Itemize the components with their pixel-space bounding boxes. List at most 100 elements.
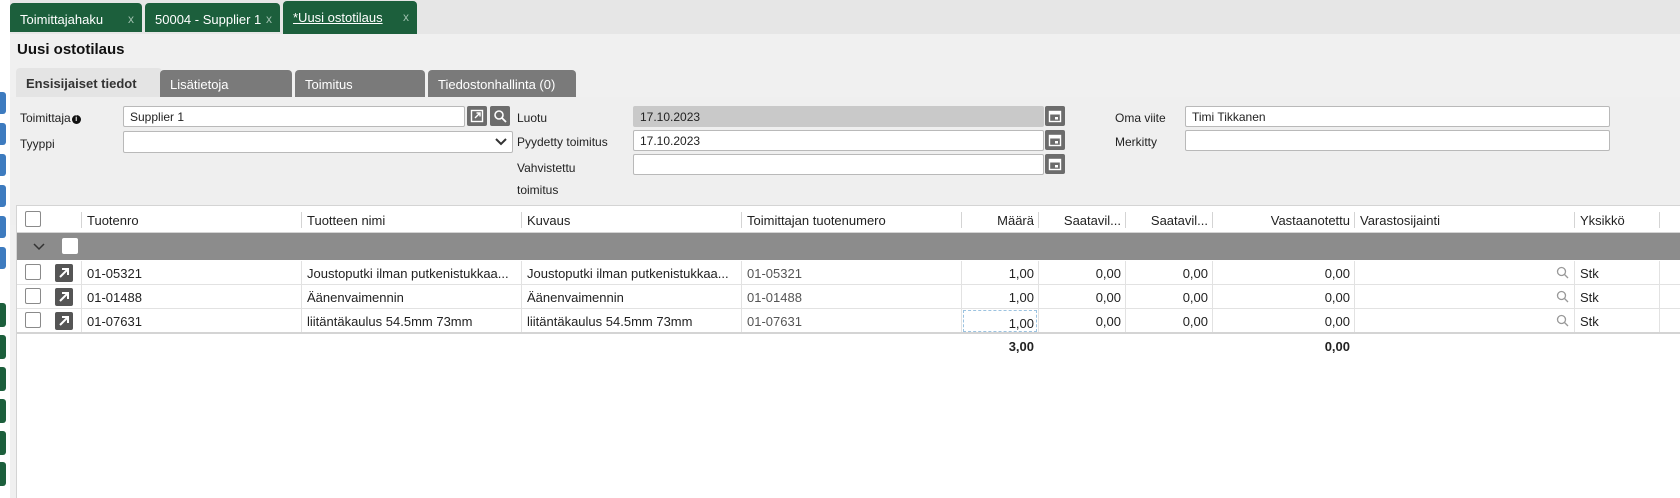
- open-external-icon[interactable]: [467, 106, 487, 126]
- supplier-label-text: Toimittaja: [20, 111, 71, 125]
- column-header-unit[interactable]: Yksikkö: [1580, 206, 1660, 233]
- cell-available-2: 0,00: [1182, 314, 1208, 329]
- confirmed-delivery-label-line2: toimitus: [517, 183, 559, 197]
- tab-additional-info[interactable]: Lisätietoja: [160, 70, 292, 97]
- close-icon[interactable]: x: [266, 12, 272, 26]
- column-header-available-2[interactable]: Saatavil...: [1131, 206, 1208, 233]
- tab-supplier-1[interactable]: 50004 - Supplier 1 x: [145, 3, 280, 32]
- column-header-product-number[interactable]: Tuotenro: [87, 206, 287, 233]
- supplier-label: Toimittaja i: [20, 111, 81, 125]
- rail-button[interactable]: [0, 462, 6, 486]
- cell-product-name[interactable]: liitäntäkaulus 54.5mm 73mm: [307, 309, 519, 332]
- rail-button[interactable]: [0, 335, 6, 359]
- cell-supplier-product-number[interactable]: 01-07631: [747, 309, 959, 332]
- rail-button[interactable]: [0, 154, 6, 176]
- cell-available-1: 0,00: [1095, 266, 1121, 281]
- tab-primary-info[interactable]: Ensisijaiset tiedot: [16, 68, 162, 97]
- cell-product-number[interactable]: 01-01488: [87, 285, 297, 308]
- tab-file-management[interactable]: Tiedostonhallinta (0): [428, 70, 576, 97]
- search-icon[interactable]: [490, 106, 510, 126]
- column-header-storage-location[interactable]: Varastosijainti: [1360, 206, 1560, 233]
- cell-received[interactable]: 0,00: [1212, 285, 1354, 308]
- column-header-quantity[interactable]: Määrä: [967, 206, 1034, 233]
- cell-received[interactable]: 0,00: [1212, 261, 1354, 284]
- close-icon[interactable]: x: [403, 10, 409, 24]
- cell-storage-location[interactable]: [1360, 285, 1550, 308]
- rail-button[interactable]: [0, 399, 6, 423]
- created-field: 17.10.2023: [633, 106, 1044, 127]
- column-header-description[interactable]: Kuvaus: [527, 206, 737, 233]
- open-external-icon[interactable]: [55, 288, 73, 306]
- type-select[interactable]: [123, 131, 513, 153]
- rail-button[interactable]: [0, 92, 6, 114]
- group-checkbox[interactable]: [62, 238, 78, 254]
- rail-button[interactable]: [0, 367, 6, 391]
- chevron-down-icon: [495, 138, 507, 146]
- rail-button[interactable]: [0, 303, 6, 327]
- column-header-available-1[interactable]: Saatavil...: [1044, 206, 1121, 233]
- cell-received[interactable]: 0,00: [1212, 309, 1354, 332]
- rail-button[interactable]: [0, 185, 6, 207]
- row-checkbox[interactable]: [25, 264, 41, 280]
- rail-button[interactable]: [0, 216, 6, 238]
- cell-unit[interactable]: Stk: [1580, 261, 1658, 284]
- column-header-supplier-product-number[interactable]: Toimittajan tuotenumero: [747, 206, 957, 233]
- column-header-received[interactable]: Vastaanotettu: [1218, 206, 1350, 233]
- close-icon[interactable]: x: [128, 12, 134, 26]
- cell-supplier-product-number[interactable]: 01-01488: [747, 285, 959, 308]
- cell-quantity[interactable]: 1,00: [961, 261, 1038, 284]
- marked-field[interactable]: [1185, 130, 1610, 151]
- own-reference-field[interactable]: Timi Tikkanen: [1185, 106, 1610, 127]
- cell-supplier-product-number[interactable]: 01-05321: [747, 261, 959, 284]
- open-external-icon[interactable]: [55, 312, 73, 330]
- cell-storage-location[interactable]: [1360, 261, 1550, 284]
- tab-new-purchase-order[interactable]: *Uusi ostotilaus x: [283, 1, 417, 34]
- calendar-icon[interactable]: [1045, 106, 1065, 126]
- supplier-field[interactable]: Supplier 1: [123, 106, 465, 127]
- cell-product-number[interactable]: 01-05321: [87, 261, 297, 284]
- calendar-icon[interactable]: [1045, 154, 1065, 174]
- table-row[interactable]: 01-01488 Äänenvaimennin Äänenvaimennin 0…: [17, 285, 1680, 309]
- open-external-icon[interactable]: [55, 264, 73, 282]
- cell-description[interactable]: Joustoputki ilman putkenistukkaa...: [527, 261, 739, 284]
- cell-unit[interactable]: Stk: [1580, 309, 1658, 332]
- search-icon[interactable]: [1556, 314, 1569, 327]
- select-all-checkbox[interactable]: [25, 211, 41, 227]
- grid-header: Tuotenro Tuotteen nimi Kuvaus Toimittaja…: [17, 205, 1680, 233]
- row-checkbox[interactable]: [25, 288, 41, 304]
- totals-divider: [17, 332, 1680, 334]
- cell-product-name[interactable]: Joustoputki ilman putkenistukkaa...: [307, 261, 519, 284]
- column-header-product-name[interactable]: Tuotteen nimi: [307, 206, 517, 233]
- tab-supplier-search[interactable]: Toimittajahaku x: [10, 3, 142, 32]
- cell-available-1: 0,00: [1095, 290, 1121, 305]
- row-checkbox[interactable]: [25, 312, 41, 328]
- chevron-down-icon[interactable]: [33, 243, 45, 251]
- cell-available-2: 0,00: [1182, 266, 1208, 281]
- tab-delivery[interactable]: Toimitus: [295, 70, 425, 97]
- calendar-icon[interactable]: [1045, 130, 1065, 150]
- rail-button[interactable]: [0, 431, 6, 455]
- info-icon[interactable]: i: [71, 115, 81, 124]
- table-row[interactable]: 01-05321 Joustoputki ilman putkenistukka…: [17, 261, 1680, 285]
- cell-product-number[interactable]: 01-07631: [87, 309, 297, 332]
- rail-button[interactable]: [0, 247, 6, 269]
- type-label: Tyyppi: [20, 137, 55, 151]
- requested-delivery-field[interactable]: 17.10.2023: [633, 130, 1044, 151]
- cell-unit[interactable]: Stk: [1580, 285, 1658, 308]
- search-icon[interactable]: [1556, 290, 1569, 303]
- group-row: [17, 233, 1680, 260]
- table-row[interactable]: 01-07631 liitäntäkaulus 54.5mm 73mm liit…: [17, 309, 1680, 333]
- search-icon[interactable]: [1556, 266, 1569, 279]
- cell-description[interactable]: liitäntäkaulus 54.5mm 73mm: [527, 309, 739, 332]
- total-received: 0,00: [1324, 339, 1350, 354]
- rail-button[interactable]: [0, 123, 6, 145]
- cell-quantity[interactable]: 1,00: [961, 309, 1038, 332]
- cell-product-name[interactable]: Äänenvaimennin: [307, 285, 519, 308]
- cell-available-1: 0,00: [1095, 314, 1121, 329]
- page: Uusi ostotilaus Ensisijaiset tiedot Lisä…: [10, 34, 1680, 498]
- cell-quantity[interactable]: 1,00: [961, 285, 1038, 308]
- cell-storage-location[interactable]: [1360, 309, 1550, 332]
- confirmed-delivery-field[interactable]: [633, 154, 1044, 175]
- cell-description[interactable]: Äänenvaimennin: [527, 285, 739, 308]
- tab-label: Toimittajahaku: [20, 12, 104, 27]
